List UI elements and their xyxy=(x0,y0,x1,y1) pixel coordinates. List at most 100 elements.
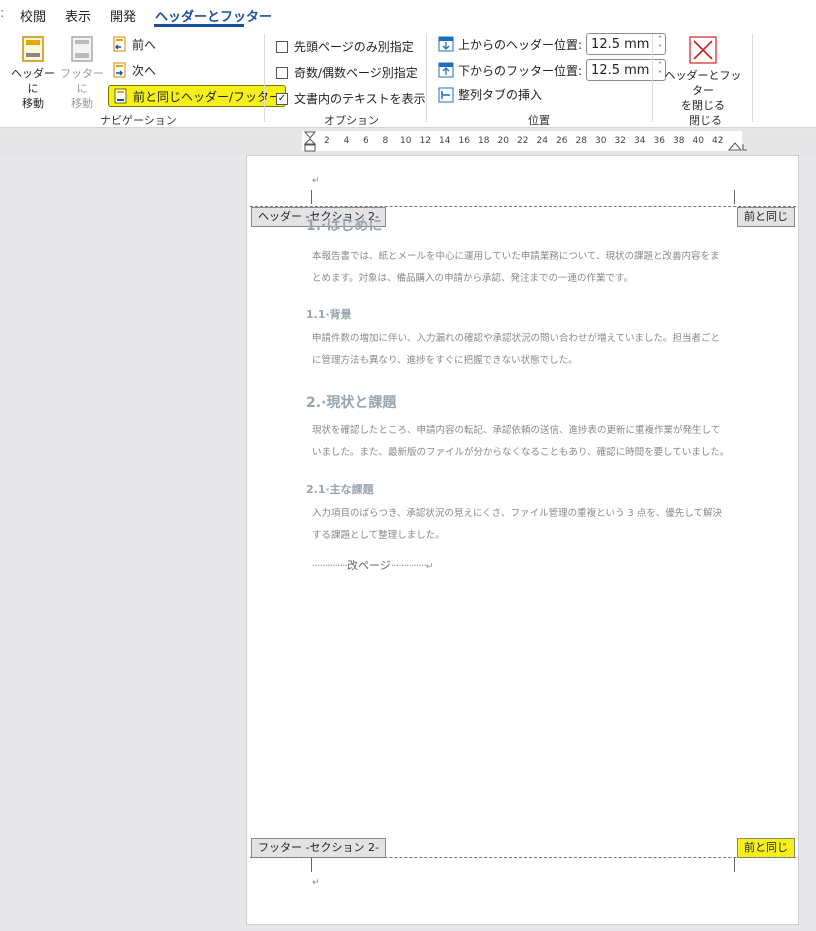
issues-paragraph-line-1: 入力項目のばらつき、承認状況の見えにくさ、ファイル管理の重複という 3 点を、優… xyxy=(312,508,722,519)
next-button[interactable]: 次へ xyxy=(112,60,156,80)
ruler-tick-label: 6 xyxy=(363,136,369,146)
insert-alignment-tab-button[interactable]: 整列タブの挿入 xyxy=(438,86,542,103)
different-odd-even-checkbox[interactable]: 奇数/偶数ページ別指定 xyxy=(276,64,418,81)
ruler-tick-label: 22 xyxy=(517,136,529,146)
ruler-tick-label: 8 xyxy=(382,136,389,146)
link-to-previous-button[interactable]: 前と同じヘッダー/フッター xyxy=(108,85,287,107)
different-first-page-label: 先頭ページのみ別指定 xyxy=(294,40,414,54)
footer-paragraph-mark: ↵ xyxy=(312,878,320,888)
ruler-tick-label: 42 xyxy=(712,136,724,146)
ruler-tick-label: 34 xyxy=(634,136,646,146)
header-from-top-value[interactable]: 12.5 mm xyxy=(591,37,649,52)
ribbon-tab-bar: : 校閲 表示 開発 ヘッダーとフッター xyxy=(0,0,816,28)
footer-from-bottom-label: 下からのフッター位置: xyxy=(458,63,583,78)
ruler-tick-label: 12 xyxy=(419,136,431,146)
tab-developer[interactable]: 開発 xyxy=(110,6,136,25)
status-paragraph-line-1: 現状を確認したところ、申請内容の転記、承認依頼の送信、進捗表の更新に重複作業が発… xyxy=(312,425,721,436)
previous-label: 前へ xyxy=(132,37,157,52)
different-first-page-checkbox[interactable]: 先頭ページのみ別指定 xyxy=(276,38,414,55)
goto-header-label-1: ヘッダーに xyxy=(11,67,55,95)
crop-mark xyxy=(311,858,312,872)
background-paragraph-line-2: に管理方法も異なり、進捗をすぐに把握できない状態でした。 xyxy=(312,355,578,366)
ruler-tick-label: 36 xyxy=(653,136,665,146)
ruler-tick-label: 20 xyxy=(497,136,509,146)
ruler-tick-label: 30 xyxy=(595,136,607,146)
next-section-icon xyxy=(113,62,126,78)
previous-button[interactable]: 前へ xyxy=(112,34,156,54)
tab-review[interactable]: 校閲 xyxy=(20,6,46,25)
footer-same-as-previous-tag: 前と同じ xyxy=(737,838,795,858)
insert-alignment-tab-label: 整列タブの挿入 xyxy=(458,88,543,102)
ruler-tick-label: 28 xyxy=(575,136,587,146)
show-document-text-label: 文書内のテキストを表示 xyxy=(294,92,426,106)
crop-mark xyxy=(311,190,312,204)
different-odd-even-box[interactable] xyxy=(276,66,288,79)
background-paragraph-line-1: 申請件数の増加に伴い、入力漏れの確認や承認状況の問い合わせが増えていました。担当… xyxy=(312,333,721,344)
heading-status-issues: 2.·現状と課題 xyxy=(306,395,397,411)
page-break-dots: ·············· xyxy=(390,559,427,572)
options-group-label: オプション xyxy=(324,114,379,127)
page-break-dots: ·············· xyxy=(312,559,348,572)
active-tab-indicator xyxy=(154,24,244,27)
page-break-marker: ··············改ページ··············↵ xyxy=(312,557,433,573)
crop-mark xyxy=(734,190,735,204)
close-icon xyxy=(689,36,717,64)
goto-header-button[interactable]: ヘッダーに 移動 xyxy=(6,36,60,111)
show-document-text-checkbox[interactable]: ✓ 文書内のテキストを表示 xyxy=(276,90,426,107)
alignment-tab-icon xyxy=(438,87,454,102)
close-header-footer-label-2: を閉じる xyxy=(681,99,725,112)
show-document-text-box[interactable]: ✓ xyxy=(276,92,288,105)
tab-overflow-marker: : xyxy=(0,6,5,21)
tab-view[interactable]: 表示 xyxy=(65,6,91,25)
header-from-top-icon xyxy=(438,36,454,52)
ruler-tick-label: 14 xyxy=(439,136,451,146)
heading-main-issues: 2.1·主な課題 xyxy=(306,483,374,496)
ruler-tick-label: 38 xyxy=(673,136,685,146)
close-header-footer-button[interactable]: ヘッダーとフッター を閉じる xyxy=(660,36,746,113)
page-break-paragraph-mark: ↵ xyxy=(425,562,434,572)
link-to-previous-label: 前と同じヘッダー/フッター xyxy=(133,89,282,104)
goto-footer-button[interactable]: フッターに 移動 xyxy=(58,36,106,111)
footer-from-bottom-icon xyxy=(438,62,454,78)
goto-footer-label-2: 移動 xyxy=(71,97,93,110)
next-label: 次へ xyxy=(132,63,157,78)
link-to-previous-icon xyxy=(114,88,127,104)
header-same-as-previous-tag: 前と同じ xyxy=(737,207,795,227)
heading-introduction: 1.·はじめに xyxy=(306,218,383,234)
ruler-tick-label: 10 xyxy=(400,136,412,146)
goto-footer-label-1: フッターに xyxy=(60,67,104,95)
issues-paragraph-line-2: する課題として整理しました。 xyxy=(312,530,445,541)
ruler-tick-label: 2 xyxy=(324,136,330,146)
ruler-tick-label: 24 xyxy=(536,136,548,146)
group-separator xyxy=(752,34,753,122)
footer-section-tag: フッター -セクション 2- xyxy=(251,838,386,858)
footer-from-bottom-value[interactable]: 12.5 mm xyxy=(591,63,649,78)
status-paragraph-line-2: いました。また、最新版のファイルが分からなくなることもあり、確認に時間を要してい… xyxy=(312,447,730,458)
position-group-label: 位置 xyxy=(528,114,550,127)
goto-header-icon xyxy=(22,36,44,62)
footer-position-row: 下からのフッター位置: 12.5 mm ˄ ˅ xyxy=(438,59,667,81)
header-position-row: 上からのヘッダー位置: 12.5 mm ˄ ˅ xyxy=(438,33,667,55)
header-from-top-label: 上からのヘッダー位置: xyxy=(458,37,583,52)
horizontal-ruler[interactable]: 2 4 6 8 10 12 14 16 18 20 22 24 26 28 30 32 34 36 38 40 42 xyxy=(302,131,742,151)
ruler-tick-label: 18 xyxy=(478,136,490,146)
close-header-footer-label-1: ヘッダーとフッター xyxy=(664,69,742,97)
group-separator xyxy=(264,34,265,122)
ribbon: ヘッダーに 移動 フッターに 移動 前へ 次へ 前と同じヘッダー/フッター ナビ… xyxy=(0,28,816,128)
crop-mark xyxy=(734,858,735,872)
different-odd-even-label: 奇数/偶数ページ別指定 xyxy=(294,66,418,80)
footer-from-bottom-spinner[interactable]: 12.5 mm ˄ ˅ xyxy=(586,59,667,81)
header-paragraph-mark: ↵ xyxy=(312,176,320,186)
previous-section-icon xyxy=(113,36,126,52)
ruler-tick-label: 40 xyxy=(692,136,704,146)
different-first-page-box[interactable] xyxy=(276,40,288,53)
goto-footer-icon xyxy=(71,36,93,62)
close-group-label: 閉じる xyxy=(689,114,722,127)
right-indent-marker-icon[interactable] xyxy=(728,138,748,152)
tab-header-footer[interactable]: ヘッダーとフッター xyxy=(155,6,272,25)
intro-paragraph-line-1: 本報告書では、紙とメールを中心に運用していた申請業務について、現状の課題と改善内… xyxy=(312,251,720,262)
ruler-tick-label: 16 xyxy=(458,136,470,146)
left-indent-marker-icon[interactable] xyxy=(304,131,316,155)
ruler-tick-label: 32 xyxy=(614,136,626,146)
header-from-top-spinner[interactable]: 12.5 mm ˄ ˅ xyxy=(586,33,667,55)
